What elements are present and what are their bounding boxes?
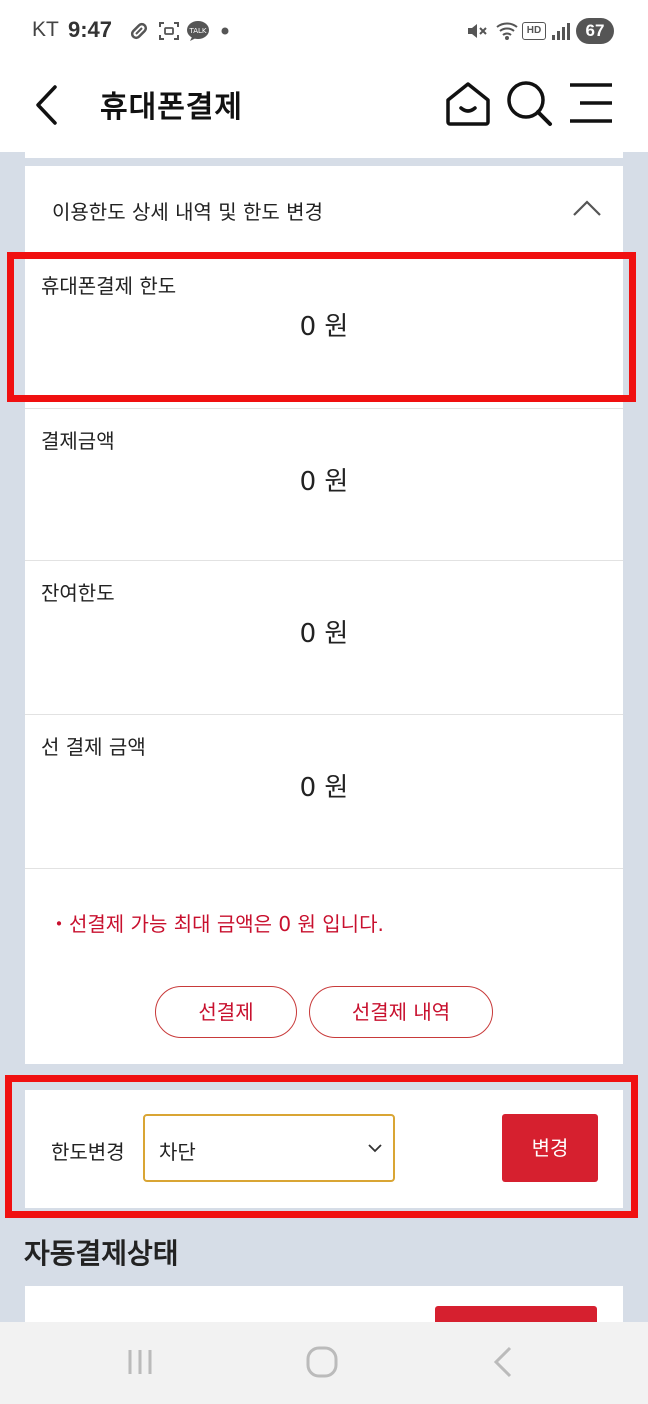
signal-icon bbox=[550, 20, 572, 42]
back-button[interactable] bbox=[28, 80, 68, 130]
screenshot-icon bbox=[158, 20, 180, 42]
row-value: 0 원 bbox=[299, 619, 349, 649]
auto-payment-section-title: 자동결제상태 bbox=[24, 1237, 179, 1270]
highlight-box-limit bbox=[7, 252, 636, 402]
hd-icon: HD bbox=[522, 22, 546, 40]
pill-icon bbox=[128, 20, 150, 42]
status-bar: KT 9:47 TALK HD 67 bbox=[0, 0, 648, 62]
row-value: 0 원 bbox=[299, 773, 349, 803]
back-icon bbox=[36, 85, 57, 125]
battery-indicator: 67 bbox=[576, 18, 614, 44]
system-nav-bar bbox=[0, 1322, 648, 1404]
prepayment-amount-row: 선 결제 금액 0 원 bbox=[25, 714, 623, 868]
search-icon bbox=[507, 81, 552, 126]
highlight-box-change bbox=[5, 1075, 638, 1218]
recents-icon bbox=[128, 1350, 152, 1374]
clock: 9:47 bbox=[68, 17, 113, 42]
page-title: 휴대폰결제 bbox=[100, 90, 243, 125]
home-button[interactable] bbox=[442, 76, 498, 132]
mute-icon bbox=[465, 20, 489, 42]
prepay-button[interactable]: 선결제 bbox=[155, 986, 297, 1038]
home-nav-button[interactable] bbox=[300, 1342, 344, 1382]
app-header: 휴대폰결제 bbox=[0, 62, 648, 152]
back-nav-icon bbox=[493, 1346, 512, 1378]
home-icon bbox=[446, 82, 490, 126]
payment-amount-row: 결제금액 0 원 bbox=[25, 408, 623, 562]
carrier-label: KT bbox=[32, 18, 59, 41]
recents-button[interactable] bbox=[118, 1342, 162, 1382]
row-value: 0 원 bbox=[299, 467, 349, 497]
row-label: 선 결제 금액 bbox=[41, 735, 146, 759]
back-nav-button[interactable] bbox=[484, 1342, 528, 1382]
talk-icon: TALK bbox=[186, 20, 210, 42]
accordion-title: 이용한도 상세 내역 및 한도 변경 bbox=[52, 200, 323, 224]
previous-card-edge bbox=[25, 152, 623, 158]
svg-text:TALK: TALK bbox=[188, 27, 206, 35]
home-nav-icon bbox=[306, 1346, 338, 1378]
search-button[interactable] bbox=[502, 76, 558, 132]
prepay-notice: ・선결제 가능 최대 금액은 0 원 입니다. bbox=[49, 912, 384, 936]
dot-icon bbox=[220, 20, 230, 42]
chevron-up-icon bbox=[573, 200, 601, 216]
row-label: 잔여한도 bbox=[41, 581, 115, 605]
row-label: 결제금액 bbox=[41, 429, 115, 453]
wifi-icon bbox=[495, 20, 521, 42]
remaining-limit-row: 잔여한도 0 원 bbox=[25, 560, 623, 714]
menu-button[interactable] bbox=[564, 76, 620, 132]
limit-detail-accordion-header[interactable]: 이용한도 상세 내역 및 한도 변경 bbox=[25, 166, 623, 254]
menu-icon bbox=[570, 83, 612, 123]
prepay-history-button[interactable]: 선결제 내역 bbox=[309, 986, 493, 1038]
